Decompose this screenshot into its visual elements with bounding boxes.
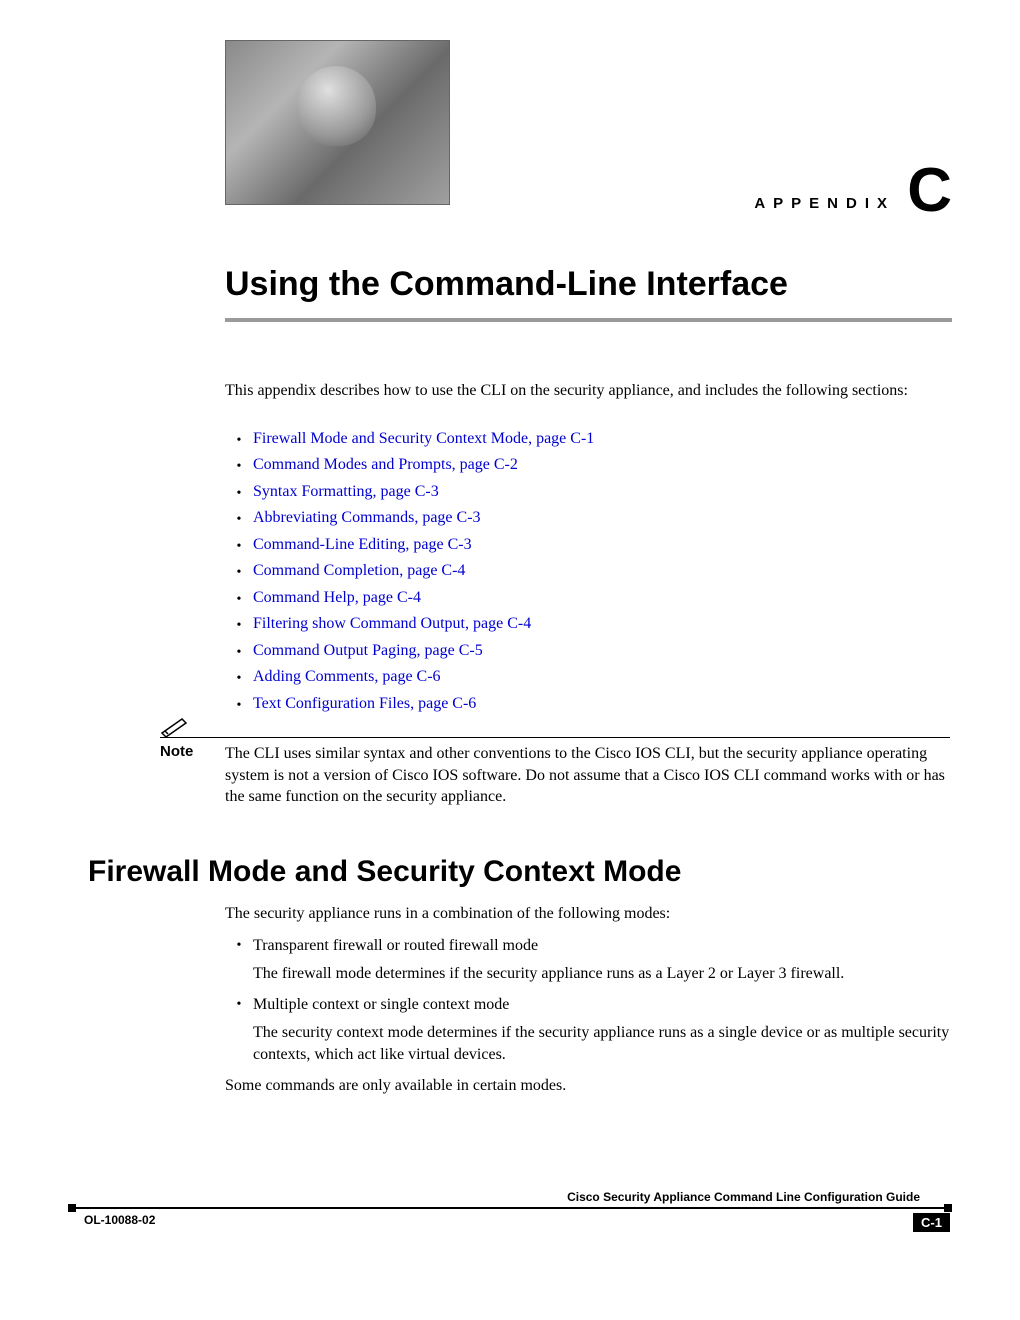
page-title: Using the Command-Line Interface bbox=[225, 265, 788, 304]
toc-link[interactable]: Command Completion, page C-4 bbox=[253, 562, 465, 580]
note-text: The CLI uses similar syntax and other co… bbox=[225, 743, 950, 808]
page-footer: Cisco Security Appliance Command Line Co… bbox=[70, 1190, 950, 1240]
toc-link[interactable]: Command Output Paging, page C-5 bbox=[253, 642, 483, 660]
note-rule bbox=[160, 737, 950, 738]
toc-item: •Command-Line Editing, page C-3 bbox=[225, 536, 950, 558]
header-photo bbox=[225, 40, 450, 205]
toc-item: •Command Modes and Prompts, page C-2 bbox=[225, 456, 950, 478]
section-body: The security appliance runs in a combina… bbox=[225, 903, 950, 1097]
bullet-icon: • bbox=[225, 615, 253, 637]
toc-list: •Firewall Mode and Security Context Mode… bbox=[225, 425, 950, 721]
appendix-letter: C bbox=[907, 155, 952, 226]
toc-item: •Syntax Formatting, page C-3 bbox=[225, 483, 950, 505]
bullet-icon: • bbox=[225, 536, 253, 558]
bullet-icon: • bbox=[225, 668, 253, 690]
intro-text: This appendix describes how to use the C… bbox=[225, 380, 950, 402]
appendix-label: APPENDIX bbox=[754, 195, 895, 212]
toc-item: •Firewall Mode and Security Context Mode… bbox=[225, 430, 950, 452]
bullet-icon: • bbox=[225, 509, 253, 531]
title-rule bbox=[225, 318, 952, 322]
toc-item: •Command Help, page C-4 bbox=[225, 589, 950, 611]
bullet-icon: • bbox=[225, 456, 253, 478]
footer-page-number: C-1 bbox=[913, 1213, 950, 1232]
toc-item: •Adding Comments, page C-6 bbox=[225, 668, 950, 690]
toc-item: •Command Completion, page C-4 bbox=[225, 562, 950, 584]
note-block: Note The CLI uses similar syntax and oth… bbox=[160, 735, 950, 808]
modes-list: • Transparent firewall or routed firewal… bbox=[225, 935, 950, 1066]
toc-link[interactable]: Firewall Mode and Security Context Mode,… bbox=[253, 430, 594, 448]
bullet-icon: • bbox=[225, 994, 253, 1016]
list-item: • Transparent firewall or routed firewal… bbox=[225, 935, 950, 957]
section-lead: The security appliance runs in a combina… bbox=[225, 903, 950, 925]
toc-link[interactable]: Command Modes and Prompts, page C-2 bbox=[253, 456, 518, 474]
toc-link[interactable]: Command-Line Editing, page C-3 bbox=[253, 536, 472, 554]
bullet-icon: • bbox=[225, 483, 253, 505]
bullet-icon: • bbox=[225, 695, 253, 717]
toc-link[interactable]: Text Configuration Files, page C-6 bbox=[253, 695, 476, 713]
toc-link[interactable]: Adding Comments, page C-6 bbox=[253, 668, 441, 686]
bullet-icon: • bbox=[225, 562, 253, 584]
bullet-icon: • bbox=[225, 430, 253, 452]
toc-link[interactable]: Command Help, page C-4 bbox=[253, 589, 421, 607]
bullet-icon: • bbox=[225, 935, 253, 957]
footer-rule bbox=[70, 1207, 950, 1209]
toc-item: •Filtering show Command Output, page C-4 bbox=[225, 615, 950, 637]
mode-name: Transparent firewall or routed firewall … bbox=[253, 935, 950, 957]
bullet-icon: • bbox=[225, 589, 253, 611]
mode-desc: The security context mode determines if … bbox=[253, 1022, 950, 1065]
section-closing: Some commands are only available in cert… bbox=[225, 1075, 950, 1097]
toc-item: •Command Output Paging, page C-5 bbox=[225, 642, 950, 664]
toc-link[interactable]: Syntax Formatting, page C-3 bbox=[253, 483, 439, 501]
toc-link[interactable]: Abbreviating Commands, page C-3 bbox=[253, 509, 481, 527]
toc-item: •Abbreviating Commands, page C-3 bbox=[225, 509, 950, 531]
mode-name: Multiple context or single context mode bbox=[253, 994, 950, 1016]
mode-desc: The firewall mode determines if the secu… bbox=[253, 963, 950, 985]
list-item: • Multiple context or single context mod… bbox=[225, 994, 950, 1016]
toc-link[interactable]: Filtering show Command Output, page C-4 bbox=[253, 615, 531, 633]
toc-item: •Text Configuration Files, page C-6 bbox=[225, 695, 950, 717]
note-label: Note bbox=[160, 743, 193, 760]
section-heading: Firewall Mode and Security Context Mode bbox=[88, 855, 681, 889]
pencil-icon bbox=[160, 717, 190, 737]
footer-guide-title: Cisco Security Appliance Command Line Co… bbox=[70, 1190, 920, 1204]
bullet-icon: • bbox=[225, 642, 253, 664]
footer-doc-id: OL-10088-02 bbox=[84, 1213, 155, 1227]
